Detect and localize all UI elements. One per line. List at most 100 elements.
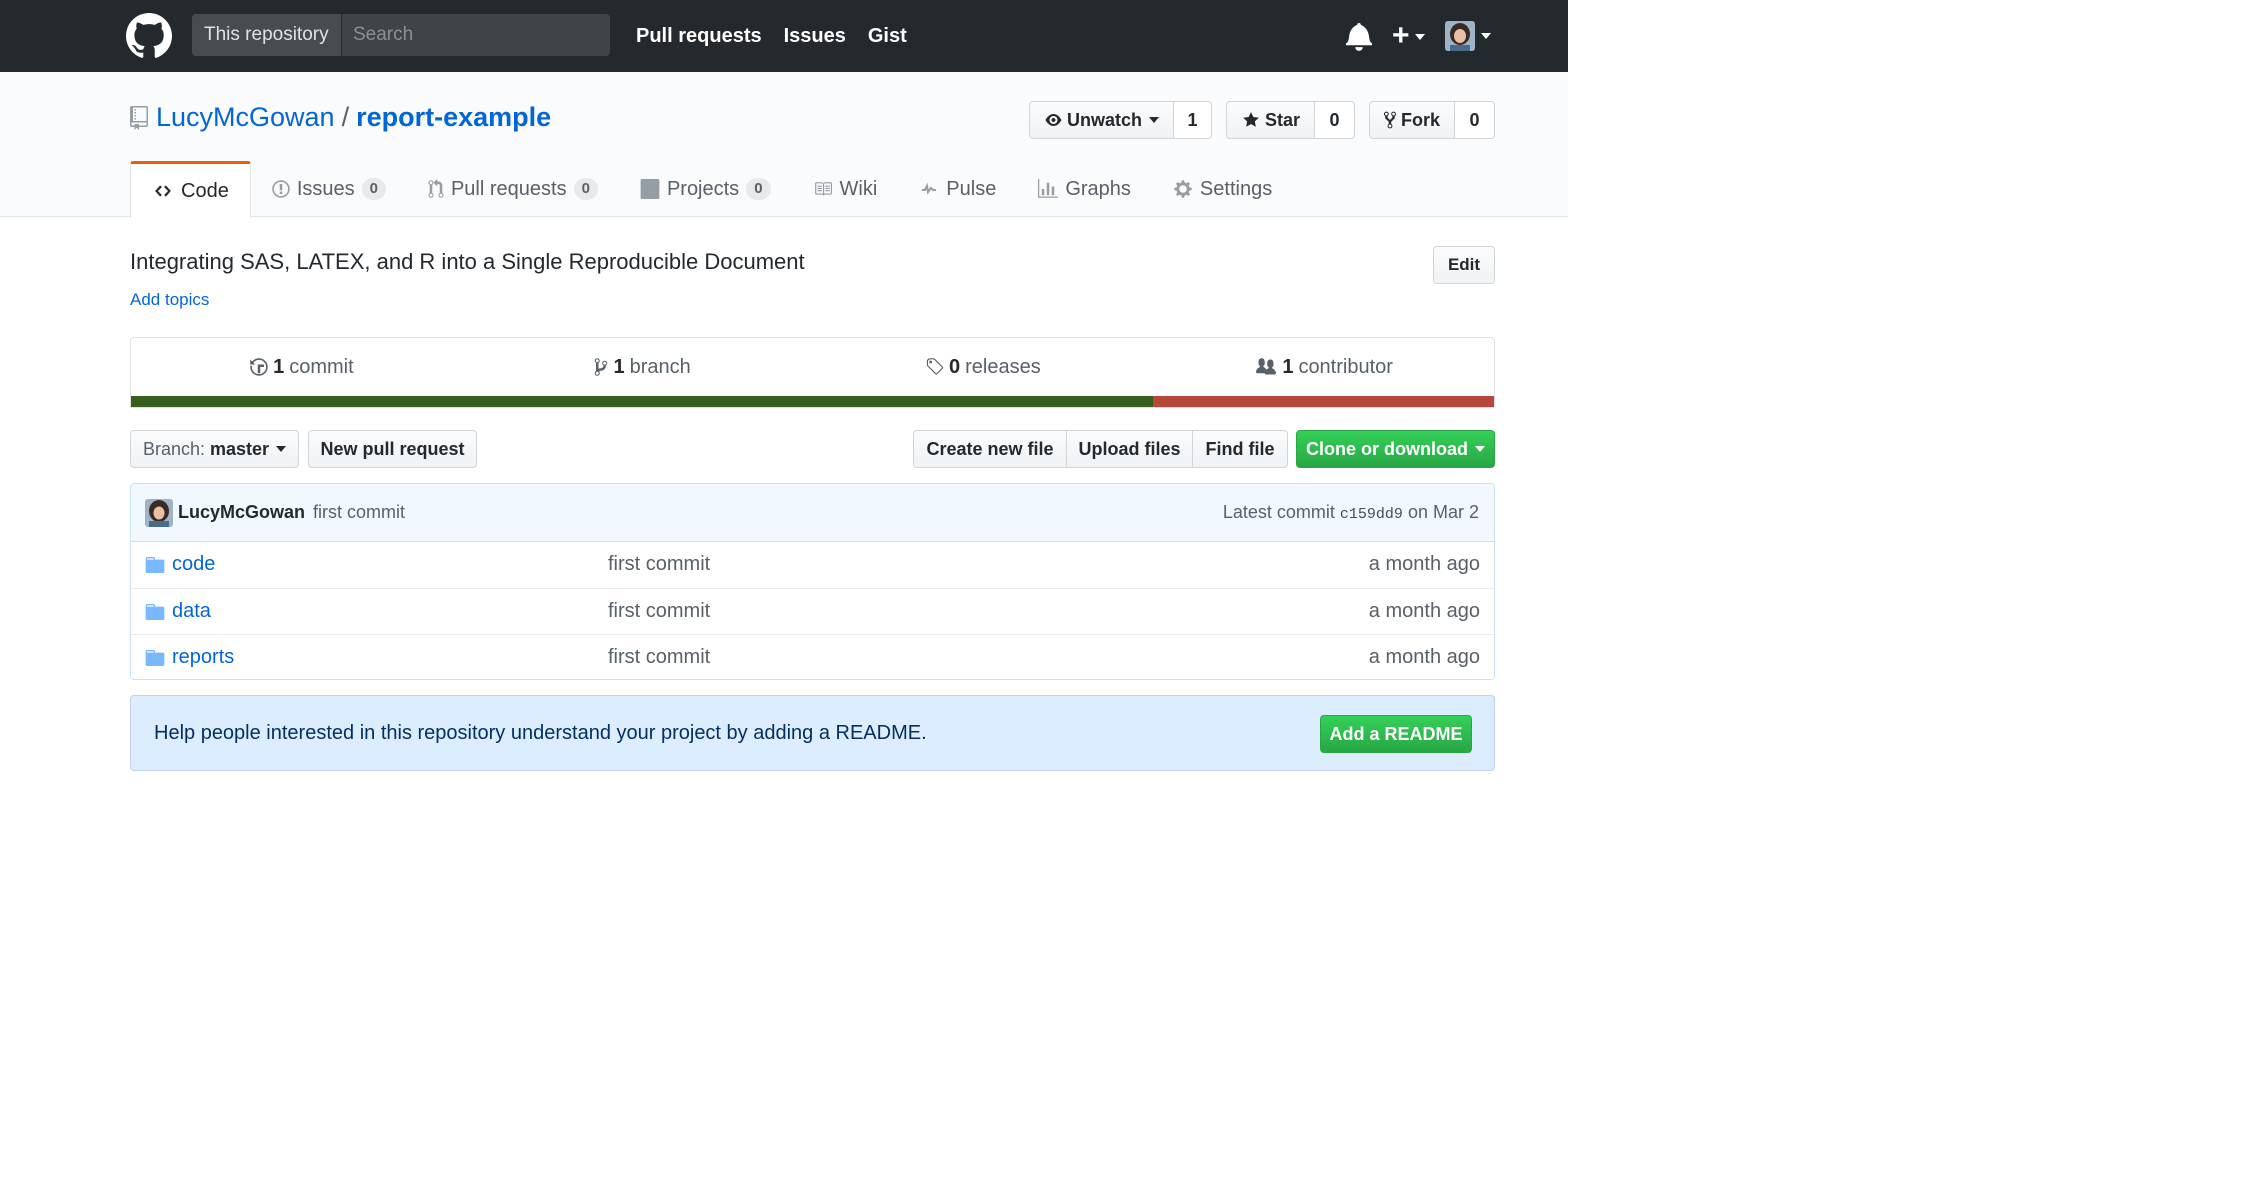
- caret-down-icon: [276, 446, 287, 452]
- language-segment[interactable]: [1153, 396, 1494, 407]
- language-bar[interactable]: [131, 396, 1494, 407]
- branch-name: master: [210, 438, 270, 459]
- edit-description-button[interactable]: Edit: [1433, 246, 1495, 284]
- branch-select-button[interactable]: Branch: master: [130, 430, 299, 468]
- readme-prompt-text: Help people interested in this repositor…: [154, 722, 927, 744]
- find-file-button[interactable]: Find file: [1192, 430, 1288, 468]
- file-name-link[interactable]: reports: [172, 646, 234, 669]
- star-icon: [1243, 112, 1259, 127]
- fork-count[interactable]: 0: [1455, 101, 1495, 139]
- folder-icon: [145, 650, 165, 666]
- user-menu-area: +: [1346, 18, 1491, 54]
- latest-commit-bar: LucyMcGowan first commit Latest commit c…: [131, 484, 1494, 542]
- avatar[interactable]: [145, 499, 173, 527]
- search-input[interactable]: [342, 14, 610, 56]
- avatar[interactable]: [1444, 21, 1475, 51]
- star-button[interactable]: Star: [1226, 101, 1315, 139]
- watch-count[interactable]: 1: [1174, 101, 1212, 139]
- caret-down-icon: [1480, 33, 1491, 39]
- branches-link[interactable]: 1 branch: [472, 338, 813, 396]
- commits-link[interactable]: 1 commit: [131, 338, 472, 396]
- folder-icon: [145, 557, 165, 573]
- search-scope-label: This repository: [192, 14, 342, 56]
- nav-pull-requests[interactable]: Pull requests: [636, 25, 762, 48]
- create-new-menu[interactable]: +: [1392, 21, 1425, 51]
- numbers-summary: 1 commit 1 branch 0 releases 1 contribut…: [130, 337, 1495, 408]
- folder-icon: [145, 604, 165, 620]
- tab-projects[interactable]: Projects 0: [619, 161, 792, 217]
- repo-tabs: Code Issues 0 Pull requests 0 Projects 0: [130, 161, 1293, 218]
- pull-request-icon: [428, 179, 444, 198]
- tab-code[interactable]: Code: [130, 161, 251, 218]
- file-name-link[interactable]: code: [172, 553, 215, 576]
- fork-icon: [1384, 111, 1396, 129]
- latest-commit-prefix: Latest commit: [1222, 502, 1335, 522]
- branch-label: branch: [629, 355, 691, 378]
- commit-label: commit: [289, 355, 354, 378]
- github-octocat-icon[interactable]: [126, 13, 172, 59]
- commit-count: 1: [273, 355, 285, 378]
- file-age: a month ago: [1368, 553, 1480, 575]
- releases-link[interactable]: 0 releases: [813, 338, 1154, 396]
- release-count: 0: [949, 355, 961, 378]
- file-commit-message-link[interactable]: first commit: [608, 600, 710, 623]
- commit-date: on Mar 2: [1407, 502, 1479, 522]
- commit-sha-link[interactable]: c159dd9: [1340, 506, 1403, 523]
- tab-settings[interactable]: Settings: [1152, 161, 1293, 217]
- top-nav: Pull requests Issues Gist: [636, 0, 907, 72]
- tab-label: Pulse: [946, 177, 997, 200]
- tab-label: Settings: [1199, 177, 1273, 200]
- fork-button[interactable]: Fork: [1369, 101, 1455, 139]
- language-segment[interactable]: [131, 396, 1154, 407]
- tab-pulse[interactable]: Pulse: [898, 161, 1017, 217]
- repo-header: LucyMcGowan / report-example Unwatch 1 S…: [0, 72, 1568, 218]
- unwatch-button[interactable]: Unwatch: [1029, 101, 1174, 139]
- bell-icon[interactable]: [1346, 21, 1372, 51]
- caret-down-icon: [1475, 446, 1485, 452]
- repo-title: LucyMcGowan / report-example: [130, 102, 551, 133]
- clone-or-download-button[interactable]: Clone or download: [1296, 430, 1495, 468]
- star-label: Star: [1264, 109, 1300, 130]
- contributors-link[interactable]: 1 contributor: [1153, 338, 1494, 396]
- avatar-image: [1444, 21, 1475, 51]
- pull-requests-counter: 0: [573, 178, 598, 200]
- file-commit-message-link[interactable]: first commit: [608, 646, 710, 669]
- gear-icon: [1174, 180, 1192, 198]
- add-readme-button[interactable]: Add a README: [1320, 715, 1472, 753]
- search-bar: This repository: [192, 14, 610, 56]
- file-commit-message-link[interactable]: first commit: [608, 553, 710, 576]
- upload-files-button[interactable]: Upload files: [1066, 430, 1193, 468]
- repo-description: Integrating SAS, LATEX, and R into a Sin…: [130, 249, 805, 274]
- file-name-link[interactable]: data: [172, 600, 211, 623]
- tab-pull-requests[interactable]: Pull requests 0: [407, 161, 619, 217]
- commit-message-link[interactable]: first commit: [313, 502, 405, 523]
- create-new-file-button[interactable]: Create new file: [913, 430, 1067, 468]
- file-table: LucyMcGowan first commit Latest commit c…: [130, 483, 1495, 680]
- tab-label: Projects: [666, 177, 740, 200]
- code-icon: [155, 185, 171, 197]
- repo-owner-link[interactable]: LucyMcGowan: [156, 102, 335, 133]
- star-count[interactable]: 0: [1315, 101, 1355, 139]
- table-row: code first commit a month ago: [131, 542, 1494, 588]
- star-group: Star 0: [1226, 101, 1355, 139]
- tab-wiki[interactable]: Wiki: [792, 161, 899, 217]
- path-separator: /: [341, 102, 350, 132]
- avatar-image: [145, 499, 173, 527]
- repo-name-link[interactable]: report-example: [356, 102, 551, 133]
- readme-prompt: Help people interested in this repositor…: [130, 695, 1495, 771]
- graph-icon: [1038, 179, 1059, 198]
- book-icon: [814, 182, 832, 196]
- nav-issues[interactable]: Issues: [784, 25, 846, 48]
- file-age: a month ago: [1368, 646, 1480, 668]
- branch-count: 1: [613, 355, 625, 378]
- top-header: This repository Pull requests Issues Gis…: [0, 0, 1568, 72]
- new-pull-request-button[interactable]: New pull request: [308, 430, 477, 468]
- tab-issues[interactable]: Issues 0: [251, 161, 407, 217]
- add-topics-link[interactable]: Add topics: [130, 290, 209, 310]
- commit-author-link[interactable]: LucyMcGowan: [178, 502, 305, 523]
- tab-label: Issues: [296, 177, 355, 200]
- tab-graphs[interactable]: Graphs: [1017, 161, 1152, 217]
- nav-gist[interactable]: Gist: [868, 25, 907, 48]
- plus-icon: +: [1392, 19, 1410, 52]
- tab-label: Wiki: [839, 177, 878, 200]
